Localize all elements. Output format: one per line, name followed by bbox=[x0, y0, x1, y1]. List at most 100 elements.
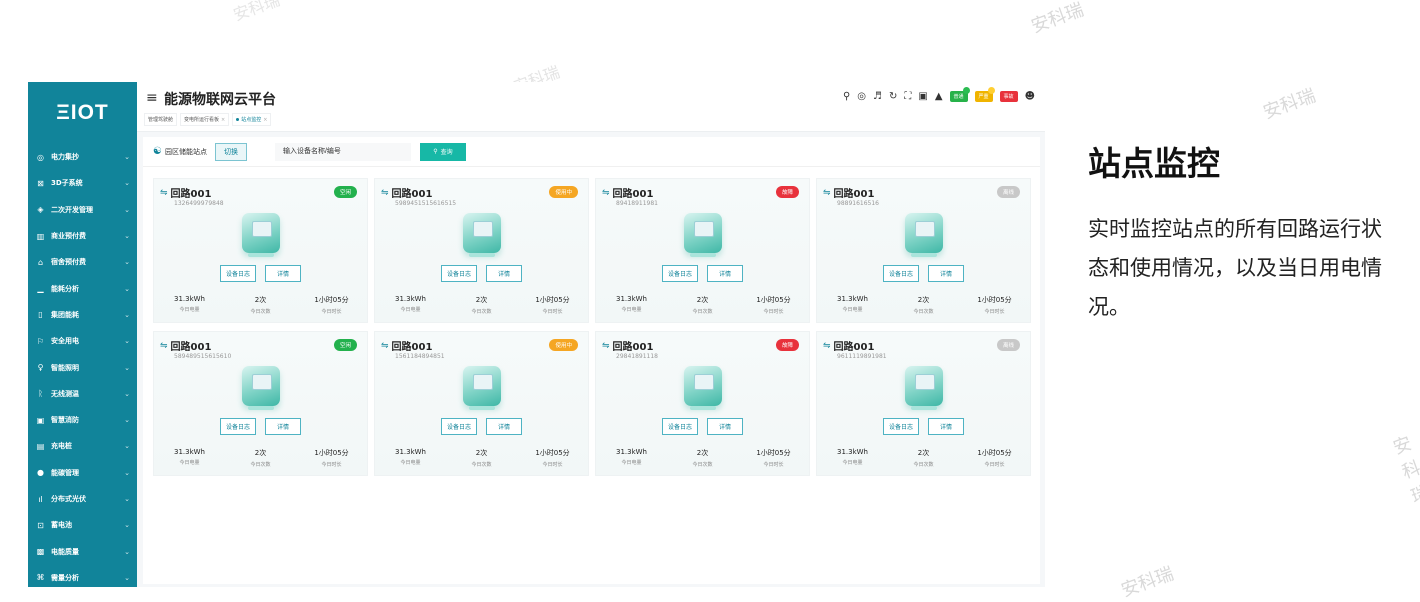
today-duration-label: 今日时长 bbox=[763, 462, 784, 468]
alarm-incident-badge[interactable]: 事故 bbox=[999, 91, 1018, 102]
switch-button[interactable]: 切换 bbox=[214, 142, 247, 161]
device-log-button[interactable]: 设备日志 bbox=[661, 265, 698, 282]
device-log-button[interactable]: 设备日志 bbox=[219, 418, 256, 435]
circuit-name[interactable]: 回路001 bbox=[392, 185, 433, 200]
tab-bar: 管理驾驶舱 变电所运行看板 × 站点监控 × bbox=[144, 113, 272, 126]
sidebar-item[interactable]: ⚐ 安全用电 ⌄ bbox=[28, 328, 137, 354]
today-duration-value: 1小时05分 bbox=[314, 449, 349, 457]
circuit-name[interactable]: 回路001 bbox=[171, 338, 212, 353]
alarm-serious-badge[interactable]: 严重 bbox=[974, 87, 995, 102]
sidebar-item-label: 集团能耗 bbox=[51, 310, 79, 319]
sidebar-item[interactable]: ♀ 智能照明 ⌄ bbox=[28, 354, 137, 380]
device-log-button[interactable]: 设备日志 bbox=[882, 418, 919, 435]
search-input[interactable] bbox=[274, 142, 411, 161]
today-duration-stat: 1小时05分 今日时长 bbox=[517, 295, 588, 315]
circuit-name[interactable]: 回路001 bbox=[613, 338, 654, 353]
menu-item-icon: ⚐ bbox=[36, 336, 45, 346]
sidebar-item[interactable]: ⊡ 蓄电池 ⌄ bbox=[28, 512, 137, 538]
close-icon[interactable]: × bbox=[221, 117, 225, 123]
close-icon[interactable]: × bbox=[263, 117, 267, 123]
query-button[interactable]: ⚲ 查询 bbox=[419, 142, 466, 161]
circuit-name[interactable]: 回路001 bbox=[171, 185, 212, 200]
speaker-icon[interactable]: ♬ bbox=[873, 91, 882, 102]
circuit-id: 98891616516 bbox=[837, 200, 879, 207]
detail-button[interactable]: 详情 bbox=[928, 418, 965, 435]
detail-button[interactable]: 详情 bbox=[486, 418, 523, 435]
menu-item-icon: ◈ bbox=[37, 205, 44, 215]
tab[interactable]: 管理驾驶舱 bbox=[144, 113, 178, 126]
detail-button[interactable]: 详情 bbox=[707, 418, 744, 435]
device-log-button[interactable]: 设备日志 bbox=[661, 418, 698, 435]
today-duration-value: 1小时05分 bbox=[756, 296, 791, 304]
shirt-icon[interactable]: ▲ bbox=[935, 91, 943, 102]
fullscreen-icon[interactable]: ⛶ bbox=[904, 91, 911, 102]
status-badge: 故障 bbox=[775, 186, 799, 198]
today-duration-label: 今日时长 bbox=[321, 309, 342, 315]
today-duration-stat: 1小时05分 今日时长 bbox=[517, 448, 588, 468]
sidebar-item[interactable]: ● 能碳管理 ⌄ bbox=[28, 460, 137, 486]
app-title: 能源物联网云平台 bbox=[164, 92, 276, 108]
sidebar-item[interactable]: ⊠ 3D子系统 ⌄ bbox=[28, 170, 137, 196]
detail-button[interactable]: 详情 bbox=[707, 265, 744, 282]
circuit-name[interactable]: 回路001 bbox=[834, 185, 875, 200]
sidebar-item[interactable]: ▩ 电能质量 ⌄ bbox=[28, 538, 137, 564]
today-count-value: 2次 bbox=[917, 449, 930, 457]
sidebar-item[interactable]: ▤ 充电桩 ⌄ bbox=[28, 433, 137, 459]
circuit-id: 29841891118 bbox=[616, 353, 658, 360]
circuit-name[interactable]: 回路001 bbox=[613, 185, 654, 200]
circuit-icon: ⇋ bbox=[160, 187, 168, 198]
detail-button[interactable]: 详情 bbox=[486, 265, 523, 282]
image-icon[interactable]: ▣ bbox=[918, 91, 927, 102]
status-badge: 离线 bbox=[996, 339, 1020, 351]
logo[interactable]: ΞIOT bbox=[28, 82, 137, 144]
circuit-name[interactable]: 回路001 bbox=[392, 338, 433, 353]
card-actions: 设备日志 详情 bbox=[375, 418, 588, 435]
today-count-stat: 2次 今日次数 bbox=[667, 448, 738, 468]
menu-item-icon: ▤ bbox=[36, 441, 45, 451]
circuit-card: ⇋ 回路001 1561184894851 使用中 设备日志 详情 31.3kWh 今日电量 2… bbox=[374, 331, 589, 476]
sidebar-item[interactable]: ▣ 智慧消防 ⌄ bbox=[28, 407, 137, 433]
circuit-card: ⇋ 回路001 89418911981 故障 设备日志 详情 31.3kWh 今日电量 2次 今日… bbox=[595, 178, 810, 323]
sidebar-item-label: 能耗分析 bbox=[51, 284, 79, 293]
refresh-icon[interactable]: ↻ bbox=[889, 91, 897, 102]
detail-button[interactable]: 详情 bbox=[265, 418, 302, 435]
today-power-stat: 31.3kWh 今日电量 bbox=[817, 448, 888, 468]
device-log-button[interactable]: 设备日志 bbox=[882, 265, 919, 282]
today-count-stat: 2次 今日次数 bbox=[225, 448, 296, 468]
sidebar-item[interactable]: ◈ 二次开发管理 ⌄ bbox=[28, 197, 137, 223]
device-image bbox=[904, 213, 943, 257]
tab[interactable]: 站点监控 × bbox=[232, 113, 272, 126]
alarm-normal-badge[interactable]: 普通 bbox=[949, 87, 970, 102]
menu-item-icon: ▯ bbox=[38, 310, 43, 320]
today-power-stat: 31.3kWh 今日电量 bbox=[154, 448, 225, 468]
today-duration-label: 今日时长 bbox=[763, 309, 784, 315]
side-title: 站点监控 bbox=[1088, 144, 1220, 183]
detail-button[interactable]: 详情 bbox=[928, 265, 965, 282]
sidebar: ΞIOT ◎ 电力集抄 ⌄ ⊠ 3D子系统 ⌄ ◈ 二次开发管理 ⌄ ▥ 商业预付费 ⌄ ⌂ 宿舍预付费 ⌄… bbox=[28, 82, 137, 587]
sidebar-item[interactable]: ◎ 电力集抄 ⌄ bbox=[28, 144, 137, 170]
sidebar-item[interactable]: ⌘ 需量分析 ⌄ bbox=[28, 565, 137, 587]
chevron-down-icon: ⌄ bbox=[124, 521, 130, 530]
detail-button[interactable]: 详情 bbox=[265, 265, 302, 282]
device-log-button[interactable]: 设备日志 bbox=[440, 418, 477, 435]
tab[interactable]: 变电所运行看板 × bbox=[180, 113, 230, 126]
device-image bbox=[683, 366, 722, 410]
sidebar-item[interactable]: ıl 分布式光伏 ⌄ bbox=[28, 486, 137, 512]
search-icon[interactable]: ⚲ bbox=[843, 91, 850, 102]
device-log-button[interactable]: 设备日志 bbox=[440, 265, 477, 282]
sidebar-item[interactable]: ⌂ 宿舍预付费 ⌄ bbox=[28, 249, 137, 275]
circuit-name[interactable]: 回路001 bbox=[834, 338, 875, 353]
target-icon[interactable]: ◎ bbox=[857, 91, 866, 102]
today-power-value: 31.3kWh bbox=[174, 295, 205, 303]
device-log-button[interactable]: 设备日志 bbox=[219, 265, 256, 282]
sidebar-item[interactable]: ▯ 集团能耗 ⌄ bbox=[28, 302, 137, 328]
menu-toggle-icon[interactable]: ≡ bbox=[146, 90, 158, 106]
toolbar: ⚲ ◎ ♬ ↻ ⛶ ▣ ▲ 普通 严重 事故 ☻ bbox=[843, 87, 1035, 102]
sidebar-item[interactable]: ᚱ 无线测温 ⌄ bbox=[28, 381, 137, 407]
header: ≡ 能源物联网云平台 管理驾驶舱 变电所运行看板 × 站点监控 × ⚲ ◎ ♬ ↻ ⛶ … bbox=[137, 82, 1045, 132]
user-icon[interactable]: ☻ bbox=[1025, 91, 1035, 102]
sidebar-item[interactable]: ▁ 能耗分析 ⌄ bbox=[28, 275, 137, 301]
query-label: 查询 bbox=[440, 150, 453, 156]
sidebar-item[interactable]: ▥ 商业预付费 ⌄ bbox=[28, 223, 137, 249]
sidebar-item-label: 电力集抄 bbox=[51, 153, 79, 162]
